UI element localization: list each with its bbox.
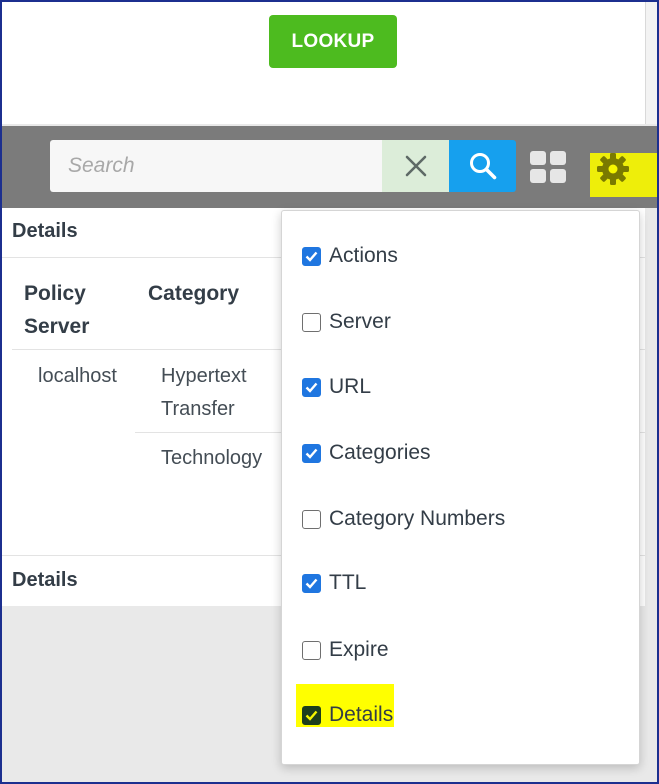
lookup-area: LOOKUP — [2, 2, 647, 124]
clear-search-button[interactable] — [382, 140, 449, 192]
search-icon — [469, 153, 496, 180]
column-option-server[interactable]: Server — [302, 307, 391, 337]
checkbox-checked[interactable] — [302, 573, 321, 593]
app-window: LOOKUP Search Details Policy Server Cate… — [0, 0, 659, 784]
checkbox-checked[interactable] — [302, 443, 321, 463]
column-option-label: Category Numbers — [329, 507, 506, 530]
cell-category: Technology — [161, 447, 263, 469]
checkbox-unchecked[interactable] — [302, 640, 321, 660]
column-header-policy-server[interactable]: Policy Server — [24, 277, 134, 343]
column-option-label: Actions — [329, 244, 398, 267]
column-option-expire[interactable]: Expire — [302, 635, 389, 665]
column-option-label: TTL — [329, 571, 367, 594]
search-button[interactable] — [449, 140, 516, 192]
column-option-label: Expire — [329, 638, 389, 661]
grid-view-icon — [530, 151, 566, 183]
scroll-strip — [645, 2, 657, 124]
column-header-category[interactable]: Category — [148, 277, 278, 310]
column-option-actions[interactable]: Actions — [302, 241, 398, 271]
close-icon — [405, 155, 426, 177]
checkbox-unchecked[interactable] — [302, 312, 321, 332]
cell-category: Hypertext Transfer — [161, 365, 247, 420]
column-option-categories[interactable]: Categories — [302, 438, 431, 468]
settings-button[interactable] — [590, 148, 636, 190]
column-option-label: Server — [329, 310, 391, 333]
lookup-button[interactable]: LOOKUP — [269, 15, 397, 68]
grid-view-button[interactable] — [529, 150, 567, 184]
details-footer: Details — [12, 569, 78, 591]
gear-icon — [597, 153, 629, 185]
column-option-label: Details — [329, 703, 394, 726]
details-header: Details — [12, 220, 78, 242]
checkbox-checked[interactable] — [302, 705, 321, 725]
column-option-details[interactable]: Details — [302, 700, 393, 730]
column-chooser-menu: Actions Server URL Categories Category N… — [281, 210, 640, 765]
checkbox-checked[interactable] — [302, 377, 321, 397]
column-option-category-numbers[interactable]: Category Numbers — [302, 504, 505, 534]
cell-policy-server: localhost — [38, 365, 117, 387]
column-option-label: Categories — [329, 441, 431, 464]
search-input[interactable] — [50, 140, 382, 192]
column-option-ttl[interactable]: TTL — [302, 568, 366, 598]
checkbox-unchecked[interactable] — [302, 509, 321, 529]
checkbox-checked[interactable] — [302, 246, 321, 266]
column-option-label: URL — [329, 375, 372, 398]
column-option-url[interactable]: URL — [302, 372, 371, 402]
